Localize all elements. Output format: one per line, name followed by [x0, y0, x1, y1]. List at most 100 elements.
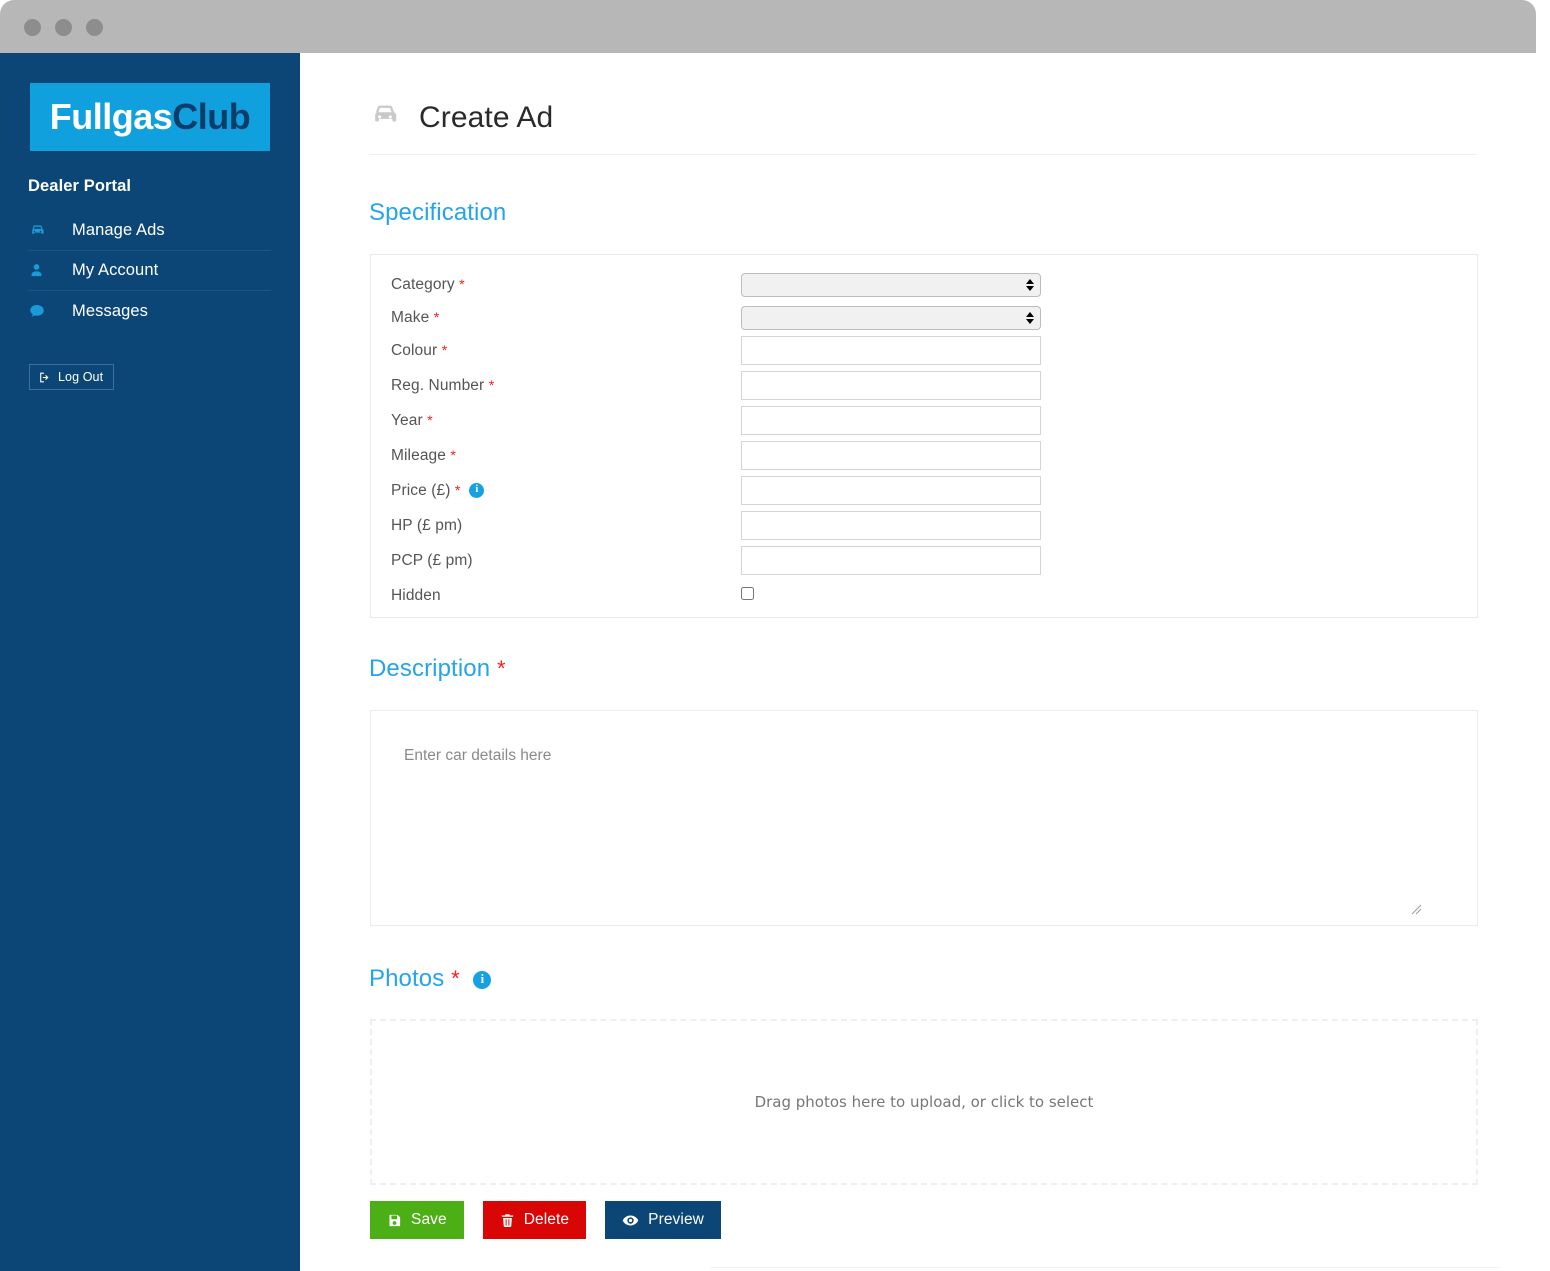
- sidebar-item-label: My Account: [72, 261, 159, 279]
- brand-logo-part2: Club: [172, 96, 251, 137]
- field-label-mileage: Mileage *: [391, 447, 456, 465]
- log-out-label: Log Out: [58, 370, 104, 384]
- field-label-text: Mileage: [391, 446, 446, 464]
- delete-button[interactable]: Delete: [482, 1201, 587, 1239]
- main-content: Create Ad Specification Category * Make …: [300, 53, 1536, 1271]
- sidebar-item-manage-ads[interactable]: Manage Ads: [28, 211, 271, 251]
- required-marker: *: [496, 656, 506, 681]
- trash-icon: [500, 1213, 515, 1228]
- required-marker: *: [433, 309, 440, 326]
- info-icon[interactable]: i: [469, 482, 485, 498]
- field-row: Mileage *: [371, 438, 1477, 473]
- app-window: FullgasClub Dealer Portal Manage Ads My …: [0, 0, 1550, 1271]
- category-select[interactable]: [741, 272, 1041, 297]
- field-row: HP (£ pm): [371, 508, 1477, 543]
- field-control: [741, 441, 1041, 470]
- required-marker: *: [451, 966, 460, 991]
- photo-dropzone-label: Drag photos here to upload, or click to …: [754, 1093, 1094, 1111]
- field-control: [741, 371, 1041, 400]
- window-maximize-dot[interactable]: [86, 19, 103, 36]
- description-textarea[interactable]: [370, 710, 1478, 926]
- footer-divider: [710, 1267, 1500, 1268]
- save-label: Save: [411, 1211, 447, 1228]
- sidebar-nav: Manage Ads My Account Messages: [28, 211, 271, 331]
- field-label-price: Price (£) * i: [391, 481, 485, 500]
- preview-button[interactable]: Preview: [605, 1201, 721, 1239]
- year-input[interactable]: [741, 406, 1041, 435]
- field-row: Category *: [371, 267, 1477, 302]
- field-control: [741, 546, 1041, 575]
- pcp-input[interactable]: [741, 546, 1041, 575]
- info-icon[interactable]: i: [473, 970, 492, 989]
- specification-panel: Category * Make * Colour * Reg. Number *…: [370, 254, 1478, 618]
- photo-dropzone[interactable]: Drag photos here to upload, or click to …: [370, 1019, 1478, 1185]
- sidebar-item-messages[interactable]: Messages: [28, 291, 271, 331]
- field-row: PCP (£ pm): [371, 543, 1477, 578]
- field-label-category: Category *: [391, 276, 465, 294]
- mileage-input[interactable]: [741, 441, 1041, 470]
- make-select[interactable]: [741, 305, 1041, 330]
- field-control: [741, 305, 1041, 330]
- car-icon: [28, 221, 60, 240]
- header-divider: [369, 154, 1477, 155]
- browser-title-bar: [0, 0, 1536, 53]
- required-marker: *: [450, 447, 457, 464]
- sidebar-item-label: Manage Ads: [72, 221, 165, 239]
- field-row: Year *: [371, 403, 1477, 438]
- field-control: [741, 511, 1041, 540]
- required-marker: *: [488, 377, 495, 394]
- field-label-hidden: Hidden: [391, 586, 441, 604]
- field-label-year: Year *: [391, 412, 433, 430]
- preview-label: Preview: [648, 1211, 704, 1228]
- action-bar: Save Delete Preview: [370, 1201, 721, 1239]
- field-label-reg-number: Reg. Number *: [391, 377, 494, 395]
- car-icon: [369, 99, 401, 136]
- brand-logo-part1: Fullgas: [49, 96, 173, 137]
- brand-logo[interactable]: FullgasClub: [30, 83, 270, 151]
- portal-title: Dealer Portal: [28, 177, 132, 195]
- field-label-text: Colour: [391, 341, 438, 359]
- page-header: Create Ad: [369, 99, 553, 136]
- select-wrapper: [741, 272, 1041, 297]
- section-title-photos-label: Photos: [369, 965, 445, 992]
- field-label-text: Reg. Number: [391, 376, 485, 394]
- section-title-specification-label: Specification: [369, 199, 507, 226]
- field-control: [741, 586, 754, 605]
- field-label-text: Price (£): [391, 481, 451, 499]
- field-label-colour: Colour *: [391, 342, 447, 360]
- hp-input[interactable]: [741, 511, 1041, 540]
- page-title: Create Ad: [419, 100, 554, 134]
- sidebar-item-my-account[interactable]: My Account: [28, 251, 271, 291]
- field-control: [741, 336, 1041, 365]
- window-minimize-dot[interactable]: [55, 19, 72, 36]
- user-icon: [28, 262, 60, 279]
- price-input[interactable]: [741, 476, 1041, 505]
- brand-logo-text: FullgasClub: [50, 96, 251, 138]
- field-row: Hidden: [371, 578, 1477, 613]
- save-icon: [387, 1213, 402, 1228]
- field-row: Make *: [371, 300, 1477, 335]
- field-label-make: Make *: [391, 309, 439, 327]
- eye-icon: [622, 1212, 639, 1229]
- log-out-button[interactable]: Log Out: [29, 364, 115, 390]
- field-label-hp: HP (£ pm): [391, 516, 463, 534]
- sidebar: FullgasClub Dealer Portal Manage Ads My …: [0, 53, 300, 1271]
- section-title-specification: Specification: [369, 199, 506, 227]
- field-control: [741, 476, 1041, 505]
- field-row: Reg. Number *: [371, 368, 1477, 403]
- field-label-text: Make: [391, 308, 430, 326]
- save-button[interactable]: Save: [370, 1201, 464, 1239]
- chat-icon: [28, 302, 60, 320]
- field-row: Colour *: [371, 333, 1477, 368]
- window-close-dot[interactable]: [24, 19, 41, 36]
- reg-number-input[interactable]: [741, 371, 1041, 400]
- field-label-pcp: PCP (£ pm): [391, 551, 473, 569]
- section-title-description: Description *: [369, 655, 506, 683]
- colour-input[interactable]: [741, 336, 1041, 365]
- sidebar-item-label: Messages: [72, 301, 149, 320]
- field-control: [741, 406, 1041, 435]
- window-controls: [24, 19, 103, 36]
- hidden-checkbox[interactable]: [741, 586, 754, 600]
- required-marker: *: [459, 276, 465, 293]
- field-row: Price (£) * i: [371, 473, 1477, 508]
